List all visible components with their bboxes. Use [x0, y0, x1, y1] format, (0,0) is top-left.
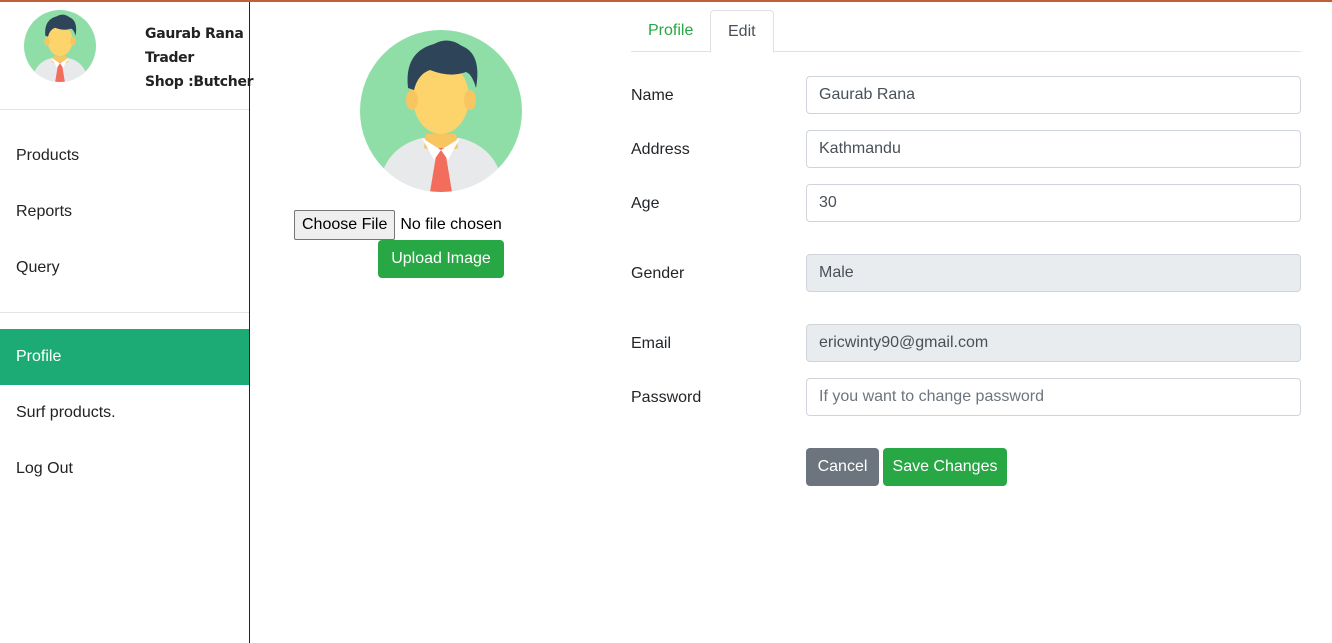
user-avatar-icon: [24, 10, 96, 82]
name-field[interactable]: Gaurab Rana: [806, 76, 1301, 114]
address-label: Address: [631, 141, 690, 158]
sidebar-item-query[interactable]: Query: [0, 240, 249, 296]
tab-edit[interactable]: Edit: [710, 10, 774, 53]
gender-label: Gender: [631, 265, 685, 282]
age-field[interactable]: 30: [806, 184, 1301, 222]
upload-image-button[interactable]: Upload Image: [378, 240, 504, 278]
profile-picture: [360, 30, 522, 192]
sidebar-item-logout[interactable]: Log Out: [0, 441, 249, 497]
sidebar: Gaurab Rana Trader Shop :Butcher Product…: [0, 2, 254, 643]
address-field[interactable]: Kathmandu: [806, 130, 1301, 168]
age-label: Age: [631, 195, 660, 212]
user-role: Trader: [145, 50, 194, 66]
user-shop: Shop :Butcher: [145, 74, 254, 90]
email-label: Email: [631, 335, 672, 352]
save-changes-button[interactable]: Save Changes: [883, 448, 1007, 486]
profile-tabs: Profile Edit: [631, 10, 1301, 53]
tab-profile[interactable]: Profile: [631, 10, 710, 52]
email-field: ericwinty90@gmail.com: [806, 324, 1301, 362]
nav-group-account: Profile Surf products. Log Out: [0, 313, 249, 497]
sidebar-item-reports[interactable]: Reports: [0, 184, 249, 240]
nav-group-main: Products Reports Query: [0, 110, 249, 313]
user-card: Gaurab Rana Trader Shop :Butcher: [0, 2, 254, 110]
user-name: Gaurab Rana: [145, 26, 244, 42]
file-status: No file chosen: [400, 216, 502, 233]
cancel-button[interactable]: Cancel: [806, 448, 879, 486]
gender-field: Male: [806, 254, 1301, 292]
user-info: Gaurab Rana Trader Shop :Butcher: [145, 22, 254, 94]
file-picker: Choose File No file chosen: [294, 210, 502, 240]
sidebar-item-profile[interactable]: Profile: [0, 329, 249, 385]
sidebar-item-surf-products[interactable]: Surf products.: [0, 385, 249, 441]
name-label: Name: [631, 87, 674, 104]
password-label: Password: [631, 389, 702, 406]
choose-file-button[interactable]: Choose File: [294, 210, 396, 240]
sidebar-item-products[interactable]: Products: [0, 128, 249, 184]
password-field[interactable]: If you want to change password: [806, 378, 1301, 416]
